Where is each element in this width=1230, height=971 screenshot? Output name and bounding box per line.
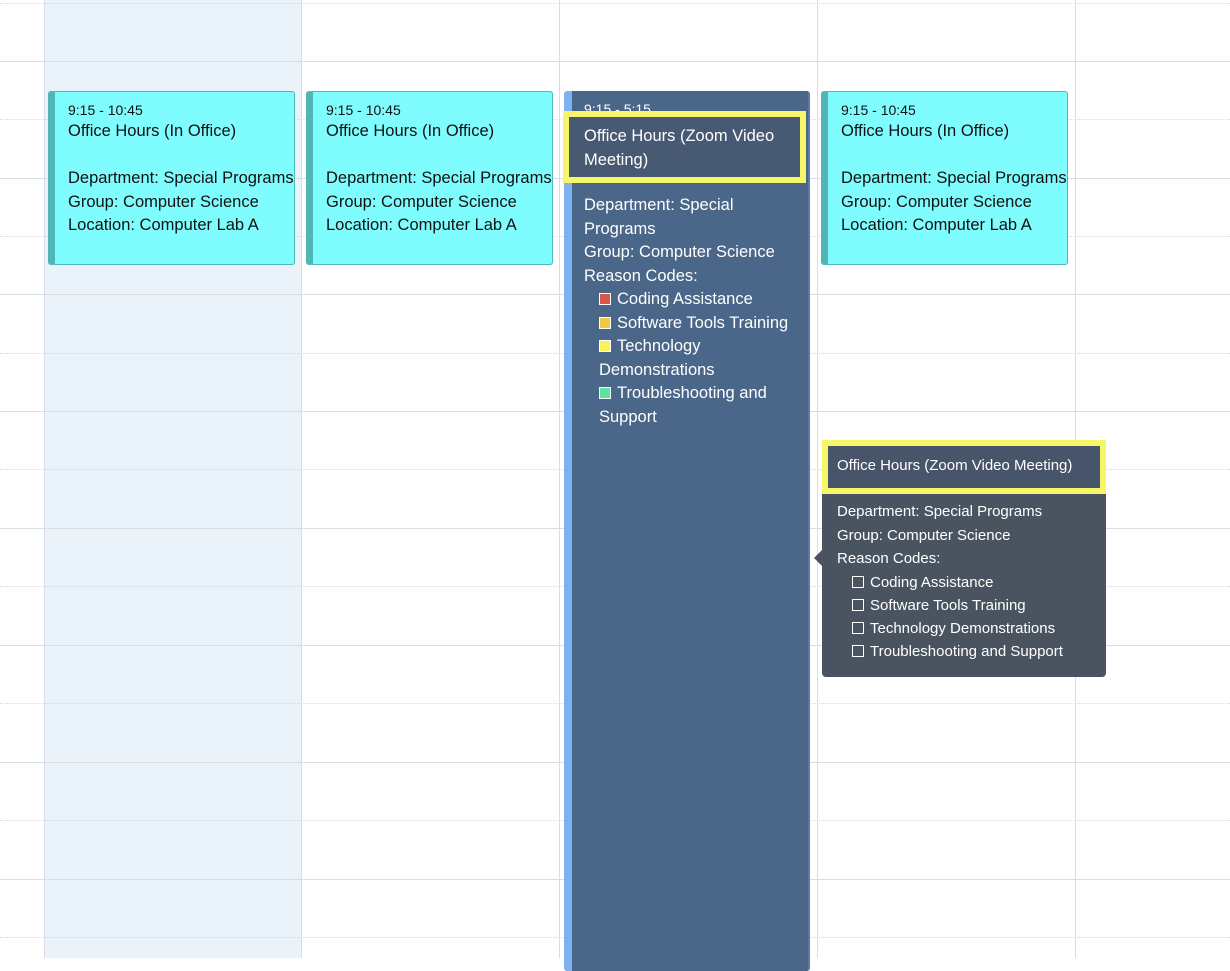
checkbox-icon [852, 621, 864, 634]
color-swatch-icon [599, 387, 611, 399]
event-location: Location: Computer Lab A [68, 216, 259, 234]
popover-reason-item: Troubleshooting and Support [837, 640, 1063, 663]
calendar-event[interactable]: 9:15 - 10:45 Office Hours (In Office) De… [48, 91, 295, 265]
reason-codes-label: Reason Codes: [584, 266, 698, 285]
event-group: Group: Computer Science [68, 192, 259, 211]
calendar-event[interactable]: 9:15 - 10:45 Office Hours (In Office) De… [306, 91, 553, 265]
event-group: Group: Computer Science [841, 192, 1032, 211]
popover-arrow [814, 550, 822, 566]
event-group: Group: Computer Science [584, 243, 775, 261]
checkbox-icon [852, 575, 864, 588]
reason-code-item: Coding Assistance [584, 288, 794, 312]
event-title: Office Hours (In Office) [841, 122, 1010, 140]
event-department: Department: Special Programs [326, 169, 552, 187]
popover-title-highlight: Office Hours (Zoom Video Meeting) [822, 440, 1106, 494]
checkbox-icon [852, 598, 864, 611]
event-department: Department: Special Programs [68, 169, 294, 187]
event-popover: Office Hours (Zoom Video Meeting) Depart… [814, 440, 1106, 677]
popover-title: Office Hours (Zoom Video Meeting) [837, 457, 1073, 474]
event-title: Office Hours (Zoom Video Meeting) [584, 127, 775, 169]
event-department: Department: Special Programs [584, 196, 734, 238]
popover-reason-label: Reason Codes: [837, 550, 941, 567]
event-time: 9:15 - 10:45 [68, 102, 143, 118]
event-location: Location: Computer Lab A [841, 216, 1032, 234]
color-swatch-icon [599, 293, 611, 305]
hour-line [0, 61, 1230, 62]
event-department: Department: Special Programs [841, 169, 1067, 187]
popover-department: Department: Special Programs [837, 503, 1043, 520]
checkbox-icon [852, 645, 864, 658]
reason-code-item: Technology Demonstrations [599, 337, 715, 379]
reason-code-item: Software Tools Training [584, 312, 794, 336]
event-time: 9:15 - 10:45 [326, 102, 401, 118]
column-divider [301, 0, 302, 958]
event-location: Location: Computer Lab A [326, 216, 517, 234]
popover-body: Department: Special Programs Group: Comp… [837, 500, 1063, 663]
selected-event-details: Department: Special Programs Group: Comp… [584, 194, 794, 429]
popover-reason-item: Technology Demonstrations [837, 617, 1063, 640]
column-divider [817, 0, 818, 958]
event-title: Office Hours (In Office) [326, 122, 495, 140]
event-group: Group: Computer Science [326, 192, 517, 211]
reason-code-item: Troubleshooting and Support [599, 384, 767, 426]
color-swatch-icon [599, 340, 611, 352]
popover-reason-item: Coding Assistance [837, 571, 1063, 594]
event-title: Office Hours (In Office) [68, 122, 237, 140]
half-hour-line [0, 3, 1230, 4]
column-divider [559, 0, 560, 958]
event-time: 9:15 - 10:45 [841, 102, 916, 118]
column-divider [44, 0, 45, 958]
calendar-event[interactable]: 9:15 - 10:45 Office Hours (In Office) De… [821, 91, 1068, 265]
popover-reason-item: Software Tools Training [837, 594, 1063, 617]
popover-group: Group: Computer Science [837, 526, 1011, 544]
color-swatch-icon [599, 316, 611, 329]
selected-event-title-highlight[interactable]: Office Hours (Zoom Video Meeting) [563, 111, 806, 183]
